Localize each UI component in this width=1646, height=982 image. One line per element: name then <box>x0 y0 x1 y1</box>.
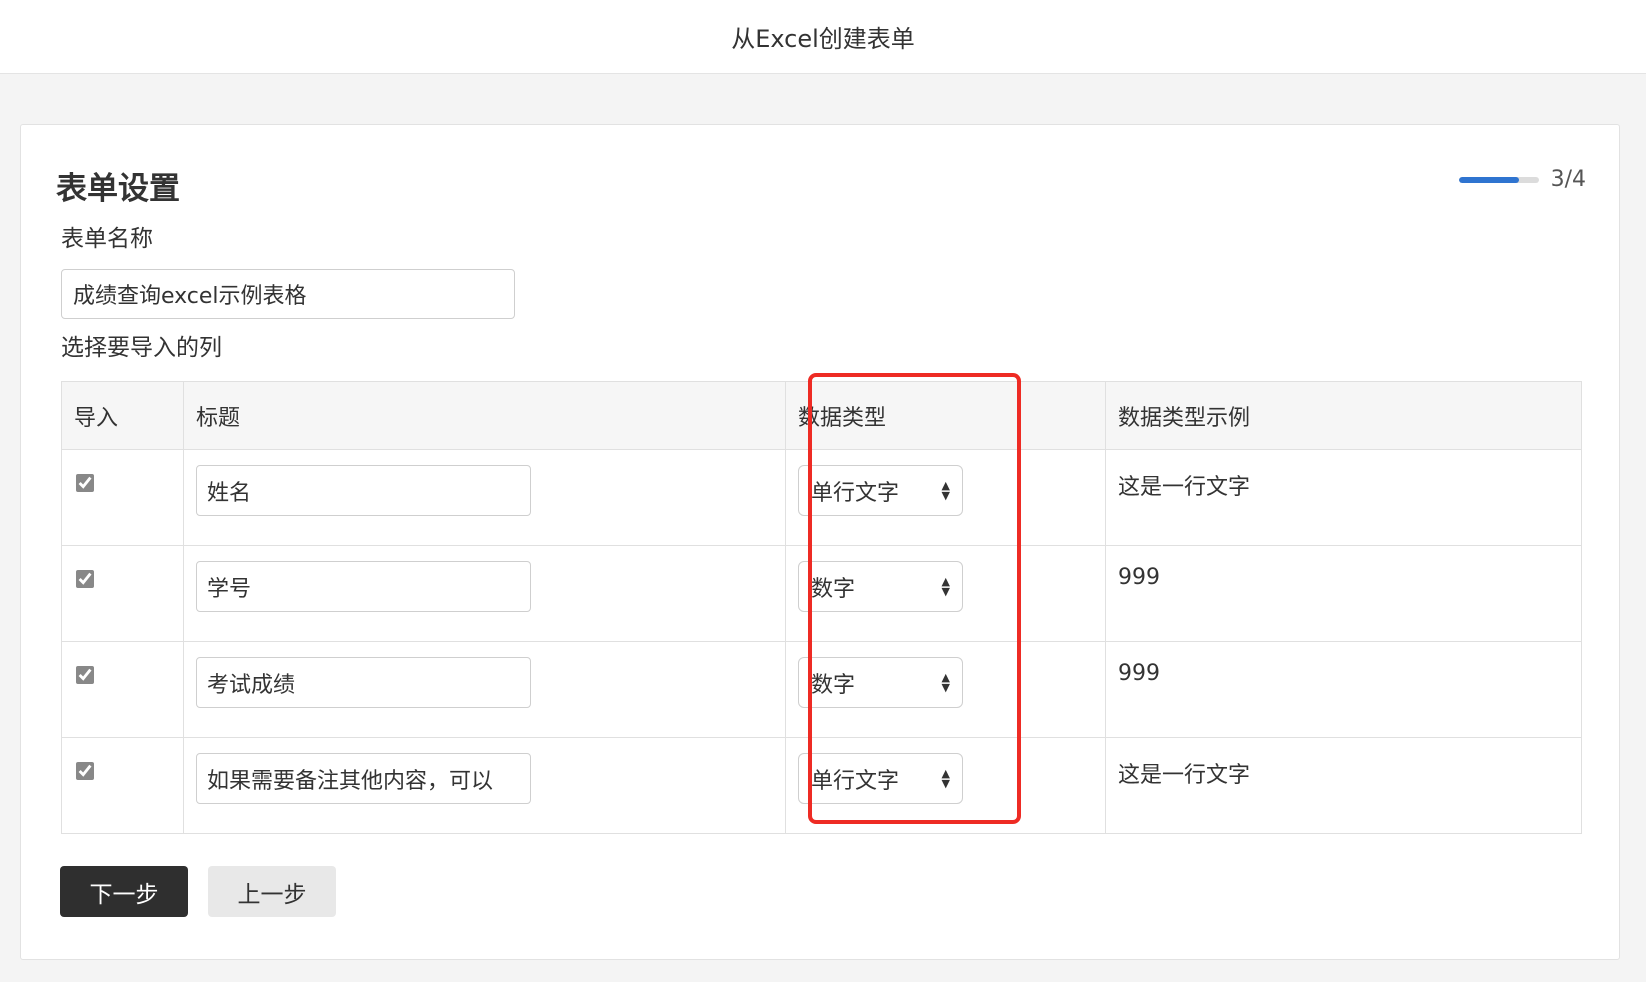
data-type-value: 单行文字 <box>811 480 900 506</box>
form-settings-card: 表单设置 3/4 表单名称 选择要导入的列 导入 标题 数据类型 数据类型示例 <box>20 124 1620 960</box>
import-cell <box>61 641 184 738</box>
data-type-value: 单行文字 <box>811 768 900 794</box>
title-cell <box>183 737 786 834</box>
select-arrows-icon: ▲ ▼ <box>941 478 950 502</box>
data-type-cell: 数字 ▲ ▼ <box>785 641 1106 738</box>
data-type-select[interactable]: 数字 ▲ ▼ <box>798 561 963 612</box>
table-row: 数字 ▲▼ 999 <box>61 545 1582 642</box>
data-type-select[interactable]: 数字 ▲ ▼ <box>798 657 963 708</box>
data-type-example: 999 <box>1118 661 1160 686</box>
form-name-label: 表单名称 <box>61 226 153 252</box>
progress-text: 3/4 <box>1550 167 1586 192</box>
progress-fill <box>1458 176 1519 183</box>
title-cell <box>183 641 786 738</box>
data-type-example: 这是一行文字 <box>1118 475 1251 500</box>
title-cell <box>183 449 786 546</box>
progress-track <box>1458 176 1539 183</box>
example-cell: 这是一行文字 <box>1105 737 1582 834</box>
import-checkbox[interactable] <box>76 762 94 780</box>
select-arrows-icon: ▲ ▼ <box>941 670 950 694</box>
import-cell <box>61 449 184 546</box>
header-data-type: 数据类型 <box>785 381 1106 450</box>
data-type-example: 这是一行文字 <box>1118 763 1251 788</box>
columns-table: 导入 标题 数据类型 数据类型示例 单行文字 ▲▼ <box>61 381 1582 834</box>
import-checkbox[interactable] <box>76 666 94 684</box>
header-data-type-example: 数据类型示例 <box>1105 381 1582 450</box>
example-cell: 999 <box>1105 641 1582 738</box>
import-checkbox[interactable] <box>76 570 94 588</box>
table-row: 单行文字 ▲▼ 这是一行文字 <box>61 737 1582 834</box>
example-cell: 999 <box>1105 545 1582 642</box>
table-row: 单行文字 ▲▼ 这是一行文字 <box>61 449 1582 546</box>
data-type-example: 999 <box>1118 565 1160 590</box>
columns-label: 选择要导入的列 <box>61 335 222 361</box>
data-type-cell: 单行文字 ▲ ▼ <box>785 449 1106 546</box>
data-type-select[interactable]: 单行文字 ▲ ▼ <box>798 465 963 516</box>
column-title-input[interactable] <box>196 657 531 708</box>
table-header-row: 导入 标题 数据类型 数据类型示例 <box>61 381 1582 450</box>
table-row: 数字 ▲▼ 999 <box>61 641 1582 738</box>
card-title: 表单设置 <box>56 171 180 207</box>
import-cell <box>61 737 184 834</box>
data-type-select[interactable]: 单行文字 ▲ ▼ <box>798 753 963 804</box>
header-title: 标题 <box>183 381 786 450</box>
column-title-input[interactable] <box>196 465 531 516</box>
previous-step-button[interactable]: 上一步 <box>208 866 336 917</box>
column-title-input[interactable] <box>196 561 531 612</box>
top-bar: 从Excel创建表单 <box>0 0 1646 74</box>
example-cell: 这是一行文字 <box>1105 449 1582 546</box>
header-import: 导入 <box>61 381 184 450</box>
form-name-input[interactable] <box>61 269 515 319</box>
select-arrows-icon: ▲ ▼ <box>941 766 950 790</box>
column-title-input[interactable] <box>196 753 531 804</box>
data-type-value: 数字 <box>811 672 856 698</box>
import-cell <box>61 545 184 642</box>
next-step-button[interactable]: 下一步 <box>60 866 188 917</box>
page-title: 从Excel创建表单 <box>731 25 915 53</box>
step-progress: 3/4 <box>1458 167 1586 192</box>
data-type-value: 数字 <box>811 576 856 602</box>
data-type-cell: 单行文字 ▲ ▼ <box>785 737 1106 834</box>
import-checkbox[interactable] <box>76 474 94 492</box>
title-cell <box>183 545 786 642</box>
data-type-cell: 数字 ▲ ▼ <box>785 545 1106 642</box>
select-arrows-icon: ▲ ▼ <box>941 574 950 598</box>
